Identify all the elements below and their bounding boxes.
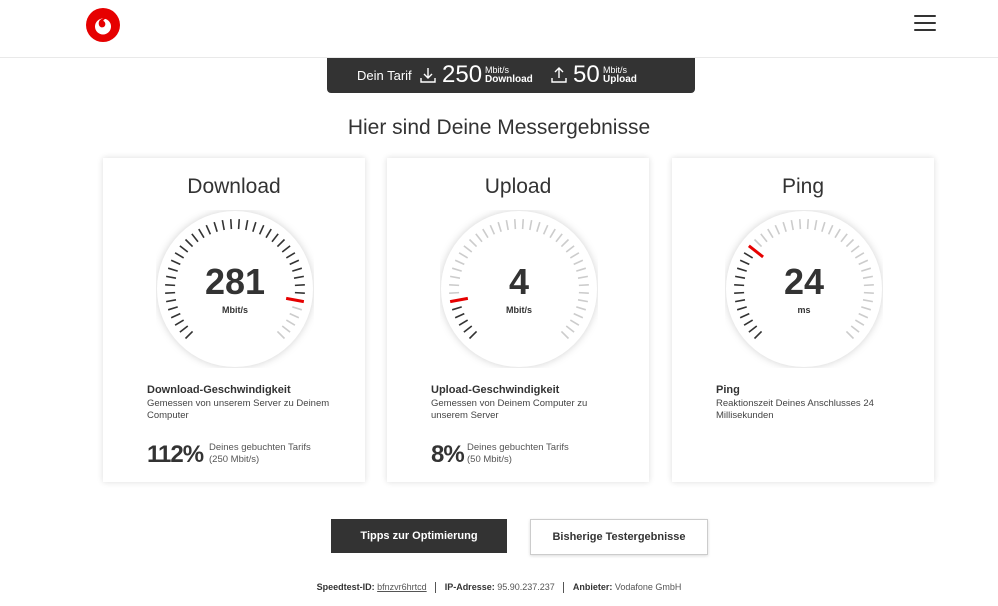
footer-info: Speedtest-ID: bfnzvr6hrtcd IP-Adresse: 9… [0,582,998,594]
hamburger-menu-icon[interactable] [914,15,936,35]
provider-value: Vodafone GmbH [614,582,682,592]
card-title: Upload [484,175,552,198]
ping-subtitle: Ping [716,384,740,396]
previous-results-button[interactable]: Bisherige Testergebnisse [530,519,708,555]
upload-percent-text-line: Deines gebuchten Tarifs [467,442,569,453]
download-percent-tarif: (250 Mbit/s) [209,454,260,465]
gauge-tick [513,219,517,230]
speedtest-id-link[interactable]: bfnzvr6hrtcd [377,582,427,592]
upload-percent: 8% [431,441,465,468]
ping-unit: ms [797,305,811,315]
footer-divider [563,582,565,594]
gauge-tick [806,219,810,230]
tarif-download-value: 250 [442,61,483,88]
upload-description: Gemessen von Deinem Computer zu unserem … [431,398,588,421]
ip-value: 95.90.237.237 [497,582,555,592]
download-percent-text: Deines gebuchten Tarifs (250 Mbit/s) [209,442,311,466]
download-card: Download 281 Mbit/s Download-Geschwindig… [103,158,365,482]
ip-label: IP-Adresse: [444,582,495,592]
download-description: Gemessen von unserem Server zu Deinem Co… [147,398,330,421]
provider-label: Anbieter: [572,582,613,592]
upload-percent-tarif: (50 Mbit/s) [467,454,512,465]
upload-card: Upload 4 Mbit/s Upload-Geschwindigkeit G… [387,158,649,482]
download-percent: 112% [147,441,204,468]
download-percent-text-line: Deines gebuchten Tarifs [209,442,311,453]
gauge-tick [521,219,525,230]
upload-unit: Mbit/s [506,305,532,315]
tarif-download-label: Download [485,74,533,85]
upload-subtitle: Upload-Geschwindigkeit [431,384,560,396]
upload-value: 4 [508,261,530,302]
results-headline: Hier sind Deine Messergebnisse [347,116,651,139]
footer-divider [435,582,437,594]
card-title: Download [187,175,281,198]
tarif-bar: Dein Tarif 250 Mbit/s Download 50 Mbit/s… [327,58,695,93]
download-arrow-icon [420,68,436,83]
download-subtitle: Download-Geschwindigkeit [147,384,291,396]
card-title: Ping [781,175,825,198]
download-unit: Mbit/s [222,305,248,315]
ping-card: Ping 24 ms Ping Reaktionszeit Deines Ans… [672,158,934,482]
tarif-upload-label: Upload [603,74,637,85]
ping-value: 24 [783,261,825,302]
gauge-tick [798,219,802,230]
download-value: 281 [204,261,266,302]
optimize-tips-button[interactable]: Tipps zur Optimierung [331,519,507,553]
tarif-upload-value: 50 [573,61,600,88]
speedtest-id-label: Speedtest-ID: [316,582,375,592]
ping-description: Reaktionszeit Deines Anschlusses 24 Mill… [716,398,874,421]
upload-percent-text: Deines gebuchten Tarifs (50 Mbit/s) [467,442,569,466]
tarif-label: Dein Tarif [357,68,412,83]
vodafone-logo[interactable] [86,8,120,42]
gauge-tick [237,219,241,230]
top-header [0,0,998,58]
gauge-tick [229,219,233,230]
upload-arrow-icon [551,67,567,83]
